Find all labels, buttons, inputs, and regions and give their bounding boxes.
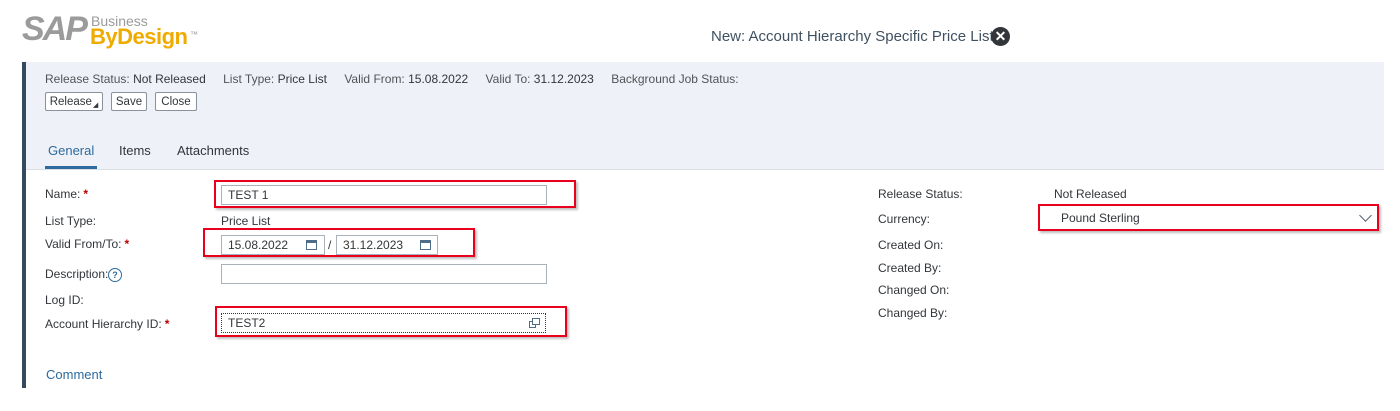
- description-input[interactable]: [221, 264, 547, 284]
- release-button[interactable]: Release◢: [45, 92, 103, 111]
- list-type-label: List Type:: [45, 214, 97, 228]
- right-release-status-label: Release Status:: [878, 187, 963, 201]
- created-on-label: Created On:: [878, 238, 944, 252]
- tab-items[interactable]: Items: [119, 143, 151, 158]
- currency-label: Currency:: [878, 212, 931, 226]
- close-icon[interactable]: ✕: [991, 27, 1010, 46]
- header-status-line: Release Status: Not Released List Type: …: [45, 72, 739, 86]
- header-list-type-value: Price List: [277, 72, 327, 86]
- save-button[interactable]: Save: [111, 92, 147, 111]
- name-input[interactable]: TEST 1: [221, 185, 547, 205]
- logo-bydesign: ByDesign: [90, 24, 188, 49]
- logo-trademark: ™: [190, 30, 198, 39]
- close-button[interactable]: Close: [155, 92, 197, 111]
- list-type-value: Price List: [221, 214, 271, 228]
- account-hierarchy-input[interactable]: TEST2: [221, 313, 546, 333]
- name-label: Name: *: [45, 187, 89, 201]
- header-background-job-label: Background Job Status:: [611, 72, 739, 86]
- header-valid-from-value: 15.08.2022: [408, 72, 469, 86]
- header-valid-to-value: 31.12.2023: [533, 72, 594, 86]
- log-id-label: Log ID:: [45, 293, 84, 307]
- created-by-label: Created By:: [878, 261, 942, 275]
- release-button-label: Release: [49, 96, 92, 108]
- right-release-status-value: Not Released: [1054, 187, 1127, 201]
- window-title: New: Account Hierarchy Specific Price Li…: [711, 28, 994, 45]
- header-release-status-value: Not Released: [133, 72, 206, 86]
- tab-general[interactable]: General: [48, 143, 94, 158]
- help-icon[interactable]: ?: [108, 268, 122, 282]
- account-hierarchy-label: Account Hierarchy ID: *: [45, 317, 170, 331]
- comment-section-title[interactable]: Comment: [46, 367, 102, 382]
- menu-indicator-icon: ◢: [92, 102, 99, 109]
- header-valid-from-label: Valid From:: [344, 72, 405, 86]
- header-valid-to-label: Valid To:: [485, 72, 531, 86]
- header-release-status-label: Release Status:: [45, 72, 130, 86]
- currency-select[interactable]: Pound Sterling: [1054, 208, 1376, 228]
- header-list-type-label: List Type:: [223, 72, 275, 86]
- valid-from-to-label: Valid From/To: *: [45, 237, 130, 251]
- value-help-icon[interactable]: [529, 318, 540, 328]
- calendar-icon[interactable]: [420, 240, 431, 250]
- logo-sap: SAP: [22, 10, 88, 48]
- calendar-icon[interactable]: [306, 240, 317, 250]
- description-label: Description:: [45, 267, 109, 281]
- tab-attachments[interactable]: Attachments: [177, 143, 249, 158]
- changed-by-label: Changed By:: [878, 306, 948, 320]
- valid-separator: /: [328, 238, 332, 252]
- changed-on-label: Changed On:: [878, 283, 950, 297]
- tab-divider: [26, 169, 1384, 170]
